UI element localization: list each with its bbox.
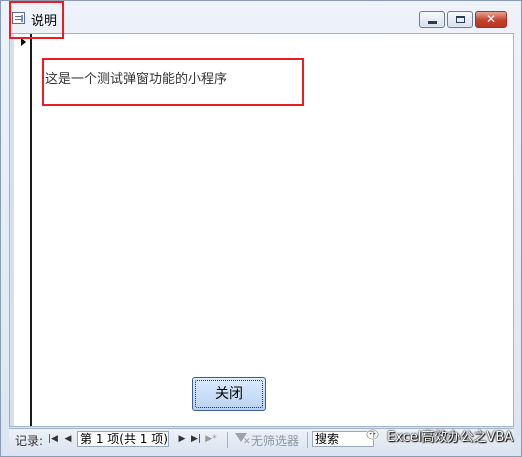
close-icon: ✕ (485, 12, 497, 26)
search-input[interactable]: 搜索 (312, 431, 374, 447)
minimize-button[interactable] (419, 11, 445, 28)
first-record-icon[interactable]: |◀ (47, 432, 59, 446)
record-selector[interactable] (10, 34, 32, 426)
filter-clear-icon: ✕ (243, 437, 251, 447)
filter-status-button[interactable]: 无筛选器 (251, 432, 299, 449)
watermark-text: Excel高效办公之VBA (387, 430, 514, 445)
current-record-arrow-icon (21, 38, 26, 46)
maximize-button[interactable] (447, 11, 473, 28)
close-form-button[interactable]: 关闭 (192, 377, 266, 411)
wechat-icon (366, 429, 379, 440)
last-record-icon[interactable]: ▶| (190, 432, 202, 446)
new-record-icon[interactable]: ▶* (205, 432, 217, 446)
dialog-window: 说明 ✕ 这是一个测试弹窗功能的小程序 关闭 记录: |◀ ◀ 第 1 项(共 … (0, 0, 522, 457)
navbar-divider (307, 432, 308, 448)
focus-outline (195, 380, 263, 408)
title-highlight-box (9, 1, 64, 39)
maximize-icon (456, 16, 465, 23)
window-close-button[interactable]: ✕ (475, 11, 507, 28)
record-selector-bar (10, 34, 14, 426)
previous-record-icon[interactable]: ◀ (62, 432, 74, 446)
message-highlight-box (42, 58, 304, 106)
next-record-icon[interactable]: ▶ (176, 432, 188, 446)
navbar-divider (227, 432, 228, 448)
form-body: 这是一个测试弹窗功能的小程序 关闭 (9, 33, 514, 427)
title-bar[interactable]: 说明 ✕ (1, 1, 521, 33)
current-record-field[interactable]: 第 1 项(共 1 项) (77, 431, 169, 447)
minimize-icon (428, 21, 437, 24)
record-label: 记录: (15, 434, 44, 448)
